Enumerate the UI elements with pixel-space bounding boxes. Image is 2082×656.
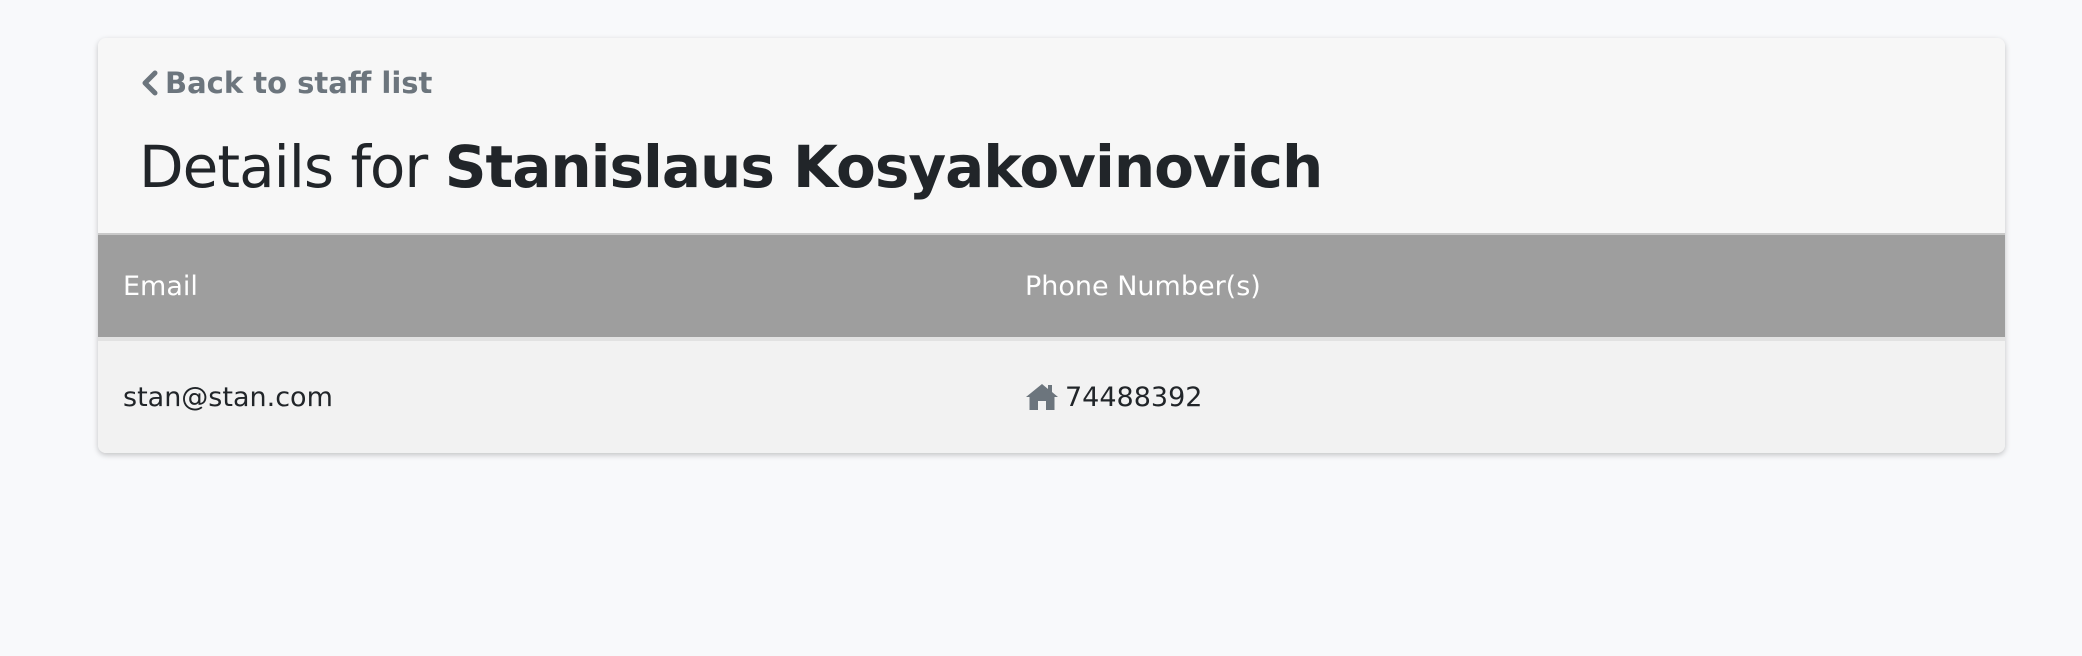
phone-cell: 74488392 — [1025, 341, 1202, 453]
home-icon — [1026, 384, 1058, 410]
chevron-left-icon — [142, 70, 158, 96]
back-link-label: Back to staff list — [165, 66, 433, 100]
page-title: Details for Stanislaus Kosyakovinovich — [139, 138, 1323, 196]
table-header: Email Phone Number(s) — [98, 233, 2005, 341]
back-to-staff-list-link[interactable]: Back to staff list — [139, 66, 432, 100]
card-header: Back to staff list Details for Stanislau… — [98, 38, 2005, 233]
phone-number: 74488392 — [1065, 381, 1203, 413]
column-header-phone: Phone Number(s) — [1025, 270, 1261, 302]
staff-name: Stanislaus Kosyakovinovich — [444, 133, 1324, 201]
column-header-email: Email — [123, 270, 198, 302]
email-cell: stan@stan.com — [123, 381, 333, 413]
title-prefix: Details for — [139, 133, 445, 201]
table-row: stan@stan.com 74488392 — [98, 341, 2005, 453]
staff-details-card: Back to staff list Details for Stanislau… — [98, 38, 2005, 453]
